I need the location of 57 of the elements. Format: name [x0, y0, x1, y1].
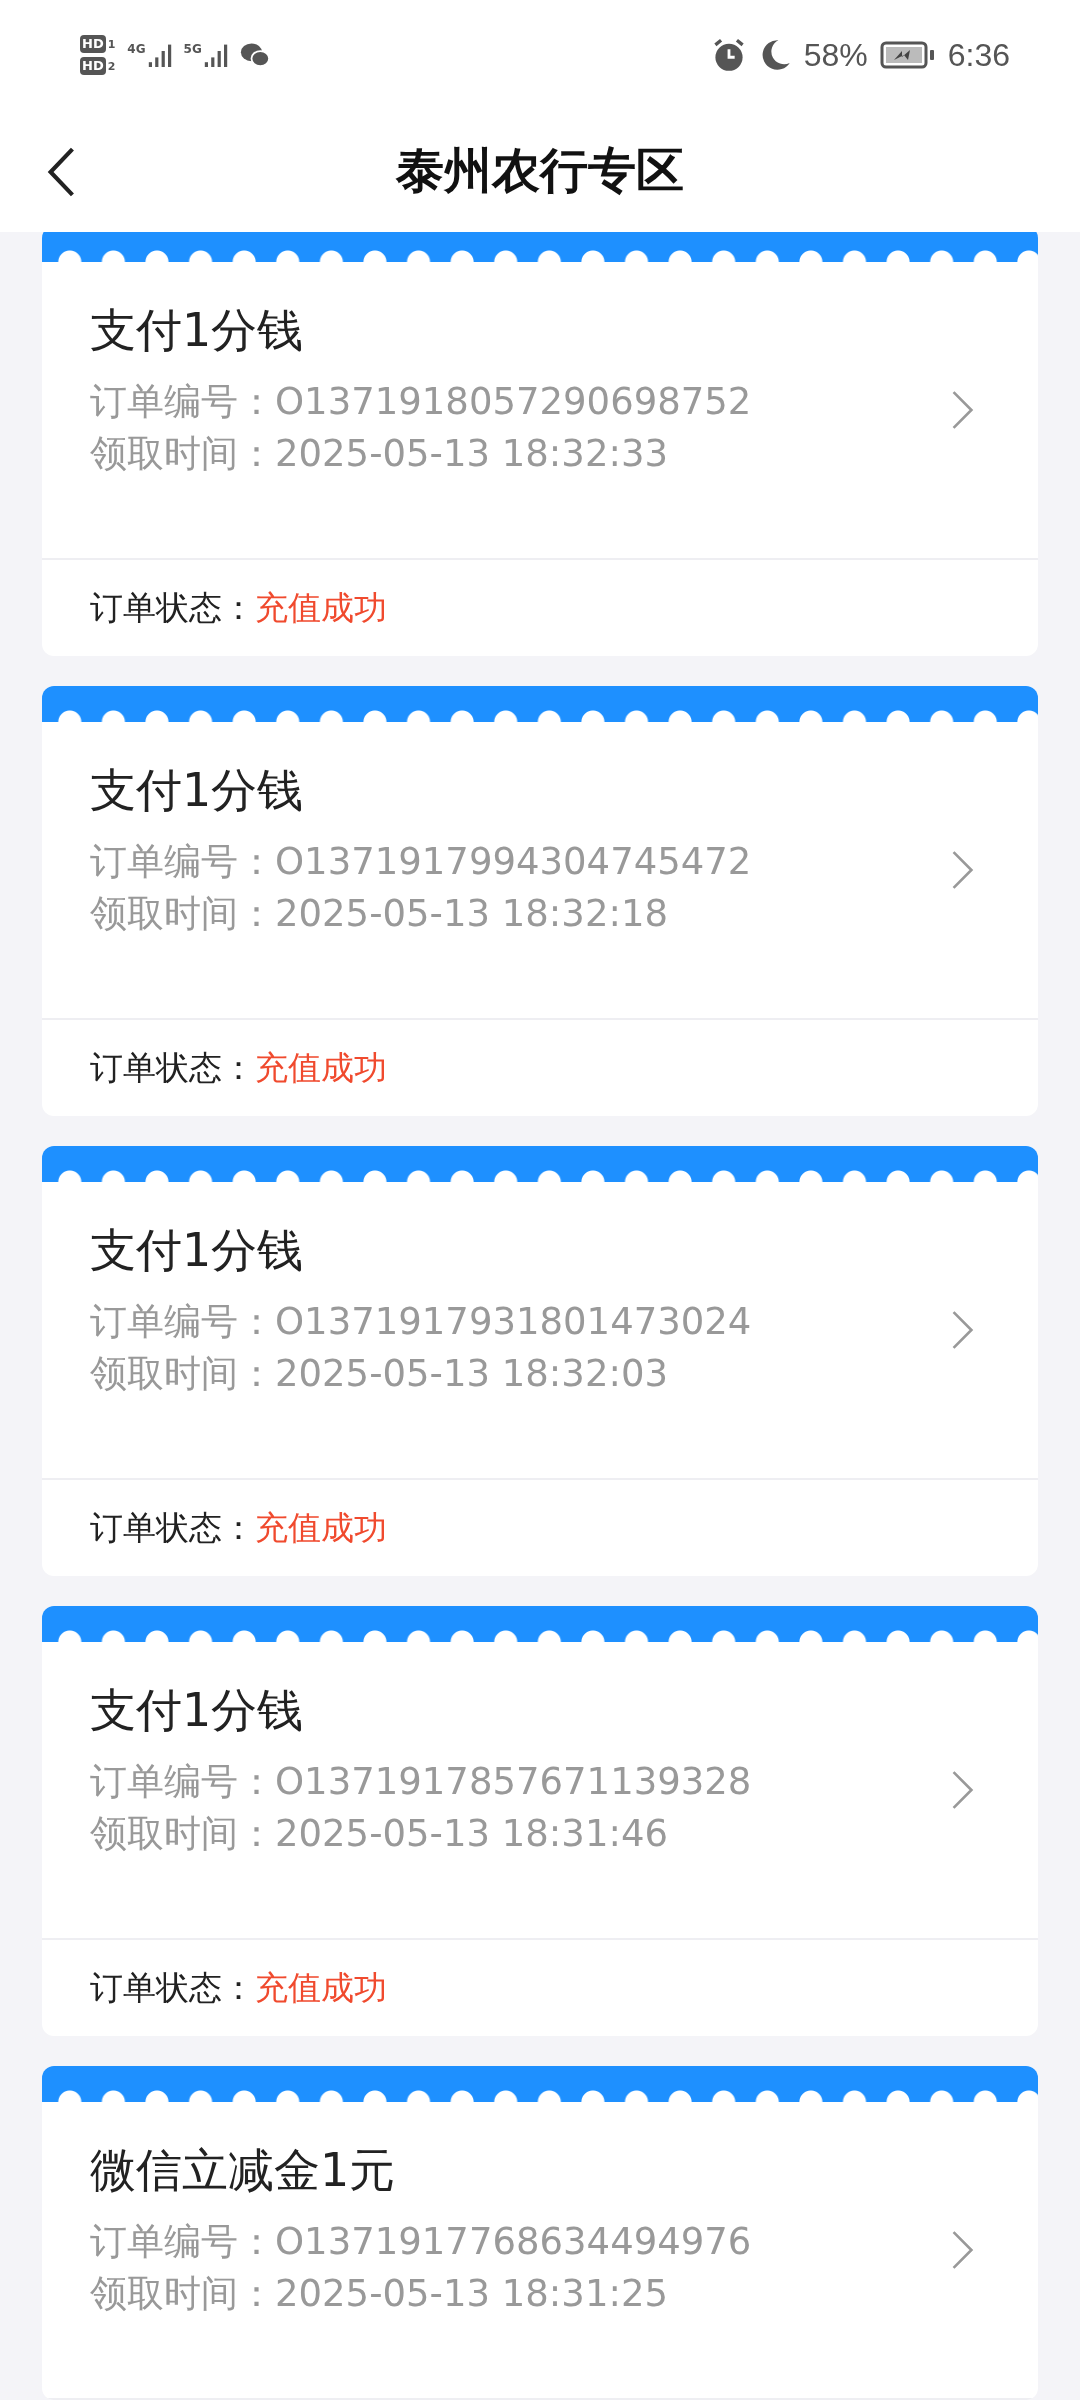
claim-time: 2025-05-13 18:32:03 — [275, 1352, 668, 1395]
sim-slot: 2 — [107, 59, 116, 73]
clock-time: 6:36 — [947, 36, 1010, 74]
status-label: 订单状态： — [90, 1966, 255, 2009]
order-title: 支付1分钱 — [90, 302, 305, 359]
field-label: 领取时间： — [90, 1352, 275, 1395]
field-label: 领取时间： — [90, 432, 275, 475]
order-status: 充值成功 — [255, 586, 387, 629]
field-label: 订单编号： — [90, 1760, 275, 1803]
claim-time: 2025-05-13 18:31:46 — [275, 1812, 668, 1855]
battery-percent: 58% — [803, 36, 868, 74]
order-card[interactable]: 支付1分钱 订单编号：O1371918057290698752 领取时间：2025-05-13 18:32:33 订单状态：充值成功 — [42, 232, 1038, 656]
alarm-icon — [711, 38, 746, 72]
field-label: 领取时间： — [90, 1812, 275, 1855]
battery-icon — [879, 39, 936, 71]
sim-label: HD — [80, 35, 106, 53]
field-label: 订单编号： — [90, 380, 275, 423]
order-card[interactable]: 支付1分钱 订单编号：O1371917994304745472 领取时间：2025-05-13 18:32:18 订单状态：充值成功 — [42, 686, 1038, 1116]
order-number: O1371917931801473024 — [275, 1300, 752, 1343]
order-number: O1371917768634494976 — [275, 2220, 752, 2263]
field-label: 领取时间： — [90, 892, 275, 935]
signal-icon — [147, 42, 172, 68]
claim-time: 2025-05-13 18:32:33 — [275, 432, 668, 475]
order-status: 充值成功 — [255, 1506, 387, 1549]
chevron-icon — [950, 1769, 976, 1811]
order-title: 支付1分钱 — [90, 1222, 305, 1279]
order-status: 充值成功 — [255, 1046, 387, 1089]
claim-time: 2025-05-13 18:31:25 — [275, 2272, 668, 2315]
chat-icon — [239, 42, 270, 68]
chevron-icon — [950, 849, 976, 891]
order-title: 支付1分钱 — [90, 1682, 305, 1739]
status-label: 订单状态： — [90, 1506, 255, 1549]
network-type: 4G — [127, 42, 146, 56]
order-card[interactable]: 支付1分钱 订单编号：O1371917931801473024 领取时间：2025-05-13 18:32:03 订单状态：充值成功 — [42, 1146, 1038, 1576]
chevron-icon — [950, 389, 976, 431]
field-label: 订单编号： — [90, 2220, 275, 2263]
order-card[interactable]: 支付1分钱 订单编号：O1371917857671139328 领取时间：2025-05-13 18:31:46 订单状态：充值成功 — [42, 1606, 1038, 2036]
page-title: 泰州农行专区 — [396, 141, 684, 200]
order-status: 充值成功 — [255, 1966, 387, 2009]
order-card[interactable]: 微信立减金1元 订单编号：O1371917768634494976 领取时间：2025-05-13 18:31:25 — [42, 2066, 1038, 2400]
status-label: 订单状态： — [90, 1046, 255, 1089]
chevron-icon — [950, 2229, 976, 2271]
sim-slot: 1 — [107, 37, 116, 51]
signal-icon — [203, 42, 228, 68]
claim-time: 2025-05-13 18:32:18 — [275, 892, 668, 935]
order-title: 支付1分钱 — [90, 762, 305, 819]
order-number: O1371917857671139328 — [275, 1760, 752, 1803]
status-label: 订单状态： — [90, 586, 255, 629]
order-number: O1371917994304745472 — [275, 840, 752, 883]
field-label: 订单编号： — [90, 1300, 275, 1343]
order-title: 微信立减金1元 — [90, 2142, 397, 2199]
chevron-icon — [950, 1309, 976, 1351]
field-label: 订单编号： — [90, 840, 275, 883]
field-label: 领取时间： — [90, 2272, 275, 2315]
order-number: O1371918057290698752 — [275, 380, 752, 423]
sim-label: HD — [80, 57, 106, 75]
network-type: 5G — [183, 42, 202, 56]
